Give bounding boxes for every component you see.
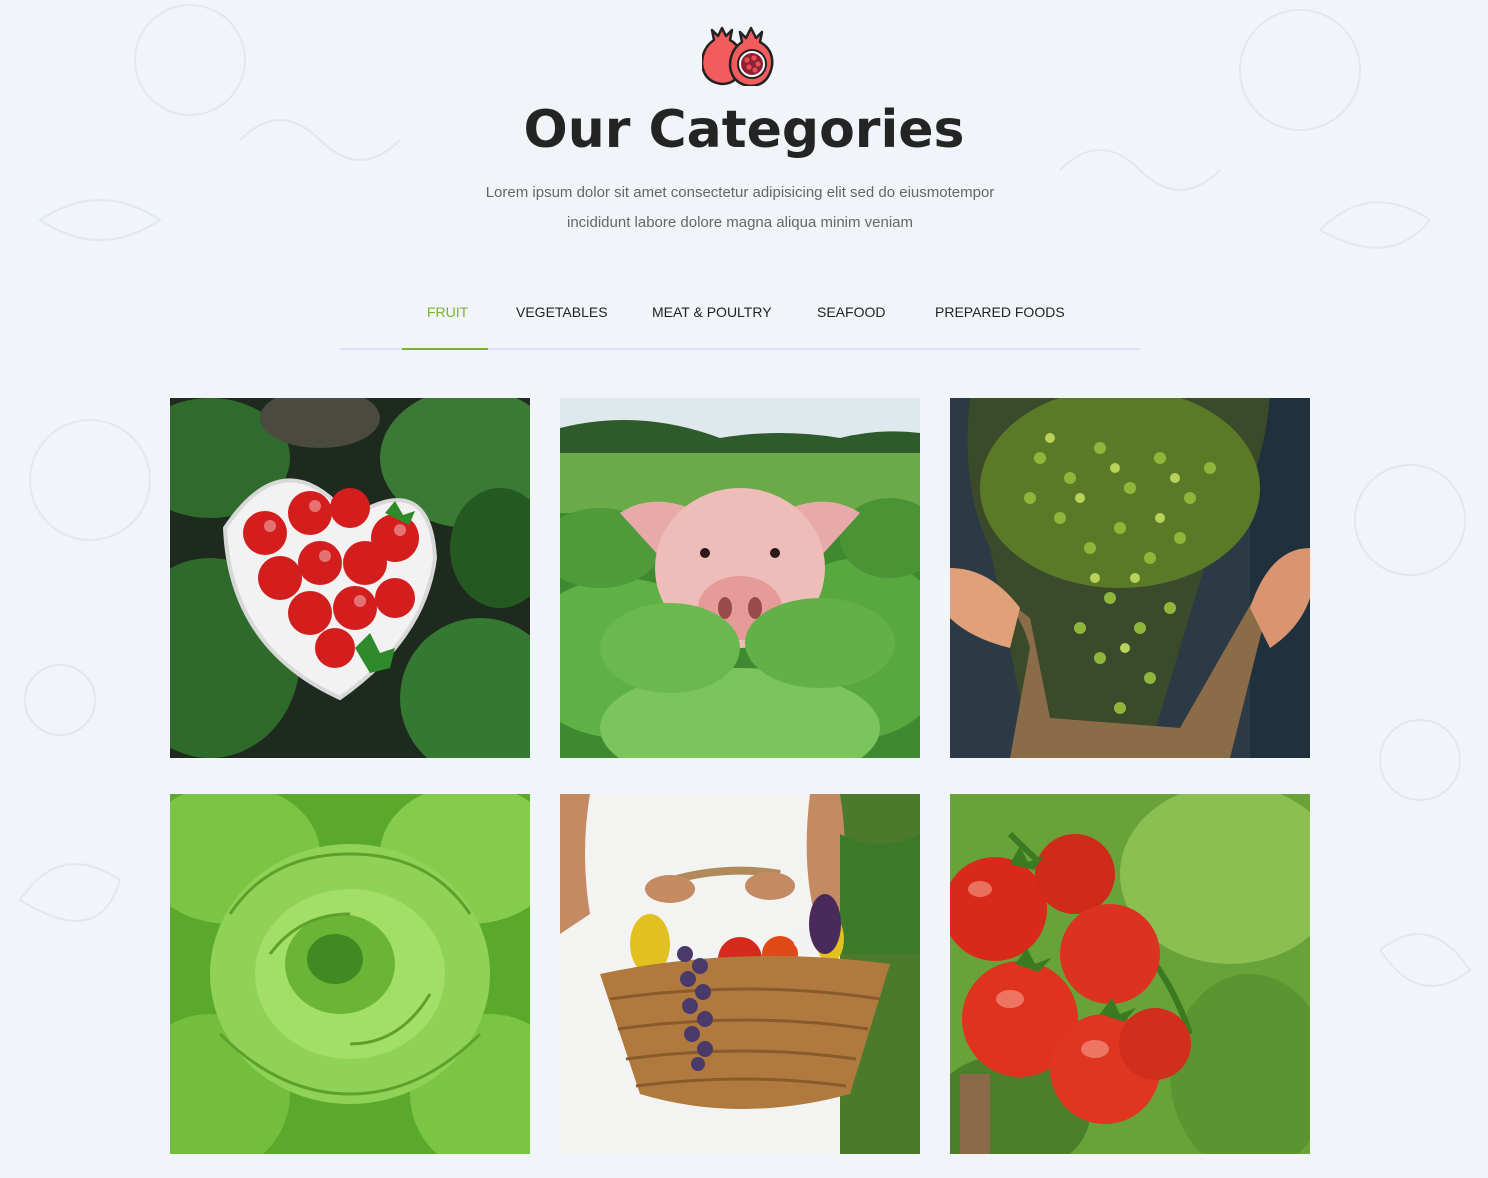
subtitle-line-1: Lorem ipsum dolor sit amet consectetur a… bbox=[485, 184, 995, 201]
gallery-item-lettuce[interactable] bbox=[170, 794, 530, 1154]
tab-prepared-foods[interactable]: PREPARED FOODS bbox=[935, 304, 1065, 320]
section-title: Our Categories bbox=[523, 100, 965, 160]
section-subtitle: Lorem ipsum dolor sit amet consectetur a… bbox=[420, 178, 1060, 238]
subtitle-line-2: incididunt labore dolore magna aliqua mi… bbox=[566, 214, 914, 231]
basket-image bbox=[560, 794, 920, 1154]
active-tab-indicator bbox=[402, 348, 488, 350]
categories-section: Our Categories Lorem ipsum dolor sit ame… bbox=[0, 0, 1488, 1178]
gallery-item-pig[interactable] bbox=[560, 398, 920, 758]
pomegranate-icon bbox=[702, 26, 774, 86]
strawberries-image bbox=[170, 398, 530, 758]
tab-vegetables[interactable]: VEGETABLES bbox=[516, 304, 608, 320]
gallery-item-tomatoes[interactable] bbox=[950, 794, 1310, 1154]
pig-image bbox=[560, 398, 920, 758]
tab-fruit[interactable]: FRUIT bbox=[427, 304, 468, 320]
tomatoes-image bbox=[950, 794, 1310, 1154]
gallery-item-strawberries[interactable] bbox=[170, 398, 530, 758]
lettuce-image bbox=[170, 794, 530, 1154]
category-tabs: FRUIT VEGETABLES MEAT & POULTRY SEAFOOD … bbox=[340, 288, 1140, 350]
gallery-item-olives[interactable] bbox=[950, 398, 1310, 758]
gallery-item-basket[interactable] bbox=[560, 794, 920, 1154]
tab-meat-poultry[interactable]: MEAT & POULTRY bbox=[652, 304, 772, 320]
olives-image bbox=[950, 398, 1310, 758]
tab-seafood[interactable]: SEAFOOD bbox=[817, 304, 885, 320]
